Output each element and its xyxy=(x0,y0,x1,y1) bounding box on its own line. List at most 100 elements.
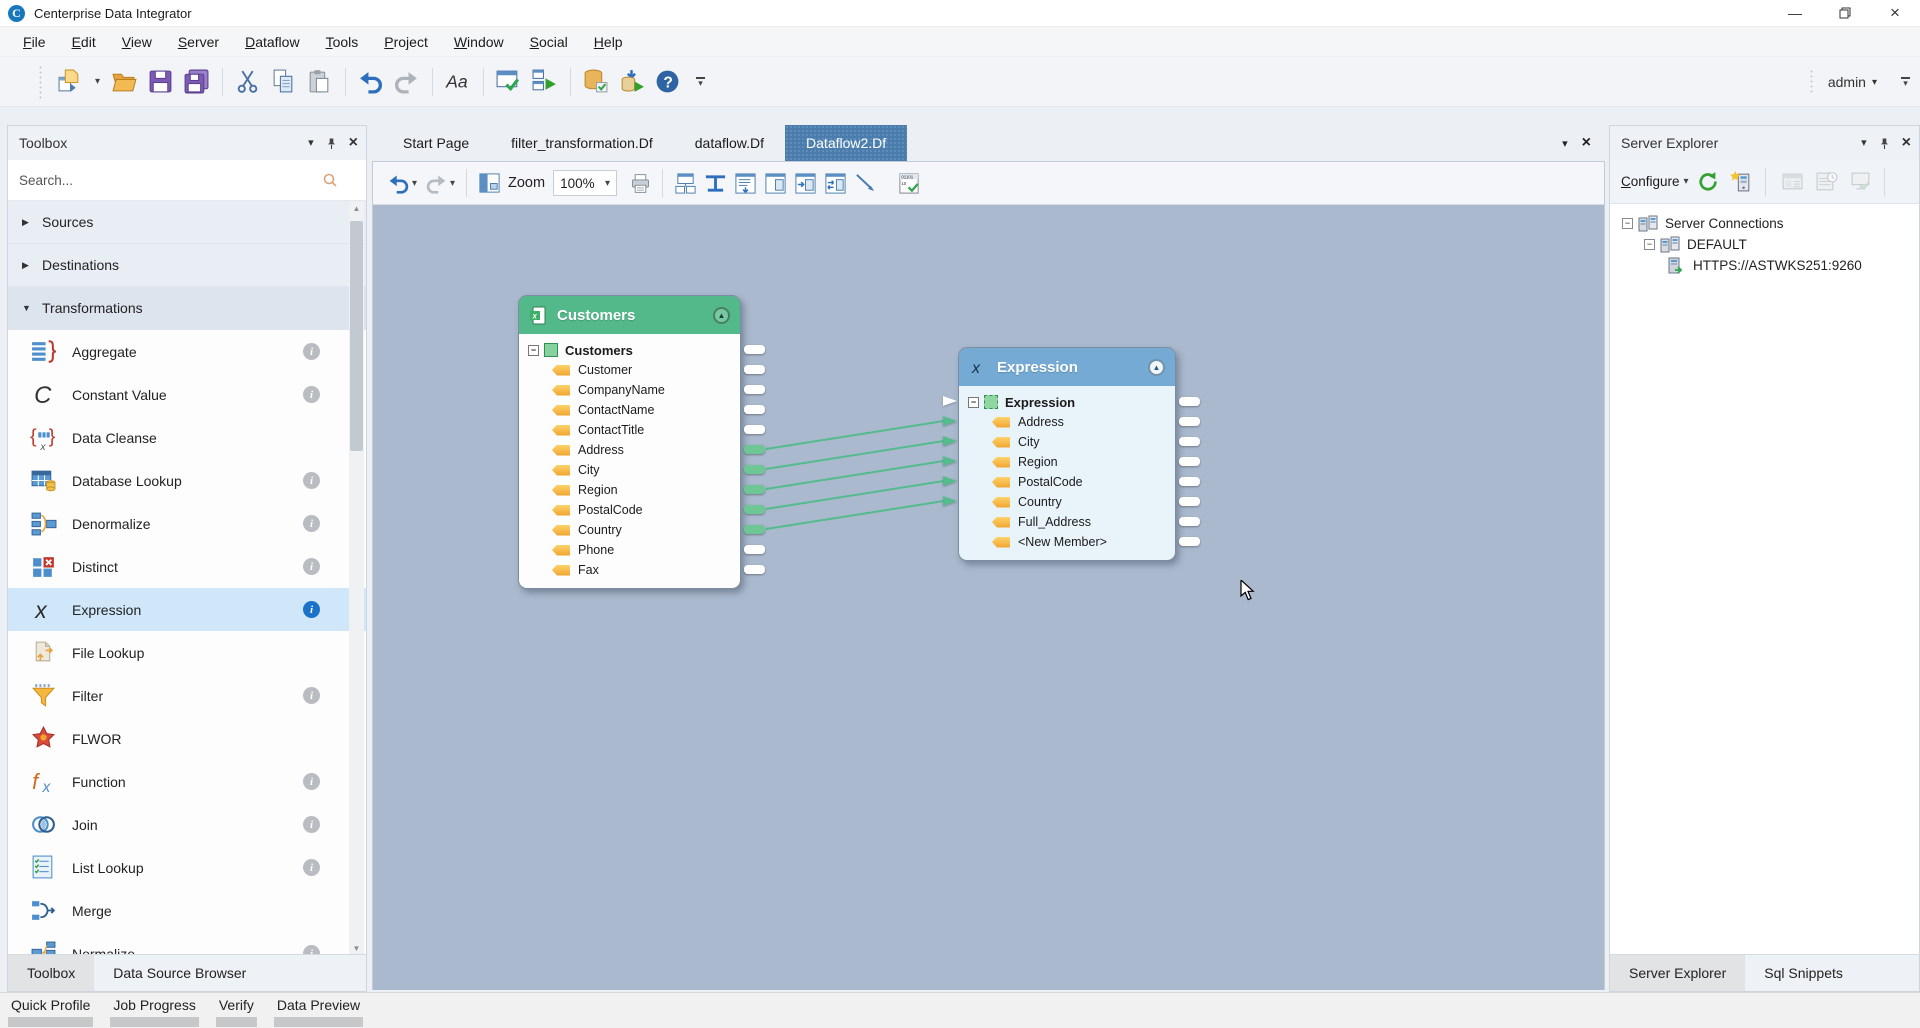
bottom-tab-data-source-browser[interactable]: Data Source Browser xyxy=(94,955,265,991)
job-schedules-button[interactable] xyxy=(1812,165,1842,199)
customers-output-port[interactable] xyxy=(744,405,765,414)
verify-connection-button[interactable] xyxy=(1846,165,1876,199)
preview-data-button[interactable]: 0110110 xyxy=(894,166,924,200)
redo-button[interactable]: ▾ xyxy=(421,166,459,200)
connection-address[interactable] xyxy=(766,421,944,449)
node-header[interactable]: xExpression▲ xyxy=(959,348,1175,386)
toolbar-grip[interactable] xyxy=(38,65,43,99)
sort-items-button[interactable] xyxy=(730,166,760,200)
collapse-expander-icon[interactable]: − xyxy=(1644,239,1655,250)
node-field-city[interactable]: City xyxy=(519,460,740,480)
cascade-layout-button[interactable] xyxy=(670,166,700,200)
bottom-tab-sql-snippets[interactable]: Sql Snippets xyxy=(1745,955,1862,991)
menu-social[interactable]: Social xyxy=(520,30,578,54)
panel-layout-button[interactable] xyxy=(760,166,790,200)
node-field-postalcode[interactable]: PostalCode xyxy=(959,472,1175,492)
zoom-select[interactable]: 100% ▾ xyxy=(553,170,617,196)
close-button[interactable]: × xyxy=(1870,0,1920,26)
info-icon[interactable]: i xyxy=(303,859,320,876)
tab-dataflow-df[interactable]: dataflow.Df xyxy=(674,125,785,161)
user-menu-button[interactable]: admin xyxy=(1828,74,1866,90)
info-icon[interactable]: i xyxy=(303,472,320,489)
customers-output-port[interactable] xyxy=(744,485,765,494)
info-icon[interactable]: i xyxy=(303,816,320,833)
connection-city[interactable] xyxy=(766,441,944,469)
expression-output-port[interactable] xyxy=(1179,517,1200,526)
expression-output-port[interactable] xyxy=(1179,497,1200,506)
font-button[interactable]: Aa xyxy=(440,63,474,101)
redo-button[interactable] xyxy=(389,63,423,101)
customers-output-port[interactable] xyxy=(744,505,765,514)
node-root-row[interactable]: −Expression xyxy=(959,392,1175,412)
section-sources[interactable]: ▶Sources xyxy=(8,201,366,244)
collapse-expander-icon[interactable]: − xyxy=(1622,218,1633,229)
run-database-job-button[interactable] xyxy=(614,63,648,101)
collapse-node-button[interactable]: ▲ xyxy=(1148,359,1165,376)
status-item-quick-profile[interactable]: Quick Profile xyxy=(8,997,93,1027)
customers-output-port[interactable] xyxy=(744,465,765,474)
undo-button[interactable]: ▾ xyxy=(383,166,421,200)
node-field-fax[interactable]: Fax xyxy=(519,560,740,580)
panel-menu-icon[interactable]: ▾ xyxy=(308,138,314,149)
node-field-address[interactable]: Address xyxy=(959,412,1175,432)
paste-button[interactable] xyxy=(302,63,336,101)
node-field-phone[interactable]: Phone xyxy=(519,540,740,560)
toolbar-overflow-button[interactable]: ▾ xyxy=(1901,77,1910,86)
info-icon[interactable]: i xyxy=(303,515,320,532)
toolbox-item-aggregate[interactable]: Aggregatei xyxy=(8,330,366,373)
print-button[interactable] xyxy=(625,166,655,200)
refresh-button[interactable] xyxy=(1693,165,1723,199)
section-transformations[interactable]: ▼Transformations xyxy=(8,287,366,330)
run-dataflow-button[interactable] xyxy=(527,63,561,101)
save-button[interactable] xyxy=(143,63,177,101)
expression-output-port[interactable] xyxy=(1179,537,1200,546)
tab-dataflow2-df[interactable]: Dataflow2.Df xyxy=(785,125,907,161)
node-root-row[interactable]: −Customers xyxy=(519,340,740,360)
toolbox-item-expression[interactable]: xExpressioni xyxy=(8,588,366,631)
scroll-up-icon[interactable]: ▲ xyxy=(349,201,364,216)
expression-input-port[interactable] xyxy=(943,476,957,486)
help-button[interactable]: ? xyxy=(650,63,684,101)
draw-link-button[interactable] xyxy=(850,166,880,200)
bottom-tab-server-explorer[interactable]: Server Explorer xyxy=(1610,955,1745,991)
panel-menu-icon[interactable]: ▾ xyxy=(1861,138,1867,149)
status-item-tab[interactable] xyxy=(8,1017,93,1027)
customers-output-port[interactable] xyxy=(744,365,765,374)
collapse-expander-icon[interactable]: − xyxy=(968,397,979,408)
expression-output-port[interactable] xyxy=(1179,437,1200,446)
chevron-down-icon[interactable]: ▾ xyxy=(1872,77,1877,88)
node-customers[interactable]: xCustomers▲−CustomersCustomerCompanyName… xyxy=(518,295,741,589)
toolbox-item-normalize[interactable]: Normalizei xyxy=(8,932,366,956)
chevron-down-icon[interactable]: ▾ xyxy=(1684,176,1689,187)
undo-button[interactable] xyxy=(353,63,387,101)
toolbox-item-join[interactable]: Joini xyxy=(8,803,366,846)
menu-dataflow[interactable]: Dataflow xyxy=(235,30,309,54)
node-field-country[interactable]: Country xyxy=(959,492,1175,512)
expression-input-port[interactable] xyxy=(943,496,957,506)
bottom-tab-toolbox[interactable]: Toolbox xyxy=(8,955,94,991)
verify-dataflow-button[interactable] xyxy=(491,63,525,101)
node-field-new-member[interactable]: <New Member> xyxy=(959,532,1175,552)
status-item-verify[interactable]: Verify xyxy=(216,997,257,1027)
expression-output-port[interactable] xyxy=(1179,477,1200,486)
customers-output-port[interactable] xyxy=(744,525,765,534)
node-header[interactable]: xCustomers▲ xyxy=(519,296,740,334)
validate-database-button[interactable] xyxy=(578,63,612,101)
connection-postalcode[interactable] xyxy=(766,481,944,509)
expression-output-port[interactable] xyxy=(1179,397,1200,406)
tab-list-dropdown-icon[interactable]: ▾ xyxy=(1562,137,1568,150)
close-icon[interactable]: × xyxy=(349,135,358,151)
tab-start-page[interactable]: Start Page xyxy=(382,125,490,161)
add-server-button[interactable] xyxy=(1727,165,1757,199)
search-input[interactable] xyxy=(8,173,366,188)
info-icon[interactable]: i xyxy=(303,343,320,360)
info-icon[interactable]: i xyxy=(303,687,320,704)
toolbox-item-merge[interactable]: Merge xyxy=(8,889,366,932)
toolbox-item-distinct[interactable]: Distincti xyxy=(8,545,366,588)
expression-input-port[interactable] xyxy=(943,456,957,466)
toolbox-item-denormalize[interactable]: Denormalizei xyxy=(8,502,366,545)
info-icon[interactable]: i xyxy=(303,558,320,575)
panel-arrow-layout-button[interactable] xyxy=(790,166,820,200)
expression-output-port[interactable] xyxy=(1179,457,1200,466)
collapse-expander-icon[interactable]: − xyxy=(528,345,539,356)
